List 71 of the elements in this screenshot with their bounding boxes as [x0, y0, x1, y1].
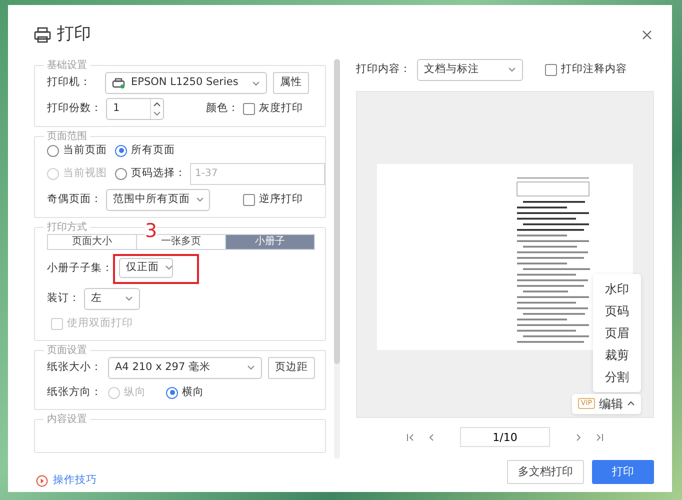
print-button[interactable]: 打印	[592, 460, 654, 484]
play-circle-icon	[36, 474, 48, 487]
last-page-icon	[595, 432, 604, 442]
field-label: 小册子子集：	[47, 260, 113, 276]
margins-button[interactable]: 页边距	[268, 356, 315, 379]
checkbox-label: 使用双面打印	[67, 316, 133, 331]
scrollbar-thumb[interactable]	[334, 59, 340, 364]
section-title: 页面设置	[46, 344, 88, 357]
menu-item[interactable]: 页码	[593, 300, 641, 322]
checkbox-label: 打印注释内容	[561, 62, 627, 77]
chevron-up-icon	[153, 102, 161, 107]
field-label: 纸张方向：	[47, 384, 102, 400]
radio-button[interactable]	[166, 386, 178, 399]
field-label: 打印机：	[47, 75, 91, 90]
field-label: 打印内容：	[356, 62, 411, 77]
chevron-down-icon	[508, 67, 516, 72]
checkbox[interactable]	[243, 194, 255, 206]
previous-icon	[427, 432, 436, 442]
radio-label: 横向	[182, 384, 204, 400]
radio-button[interactable]	[47, 144, 59, 157]
field-label: 纸张大小：	[47, 360, 102, 375]
tips-link[interactable]: 操作技巧	[36, 473, 97, 489]
radio-button[interactable]	[115, 168, 127, 180]
multi-document-print-button[interactable]: 多文档打印	[507, 460, 584, 484]
tab[interactable]: 小册子	[226, 234, 314, 249]
properties-button[interactable]: 属性	[273, 72, 309, 94]
chevron-down-icon	[165, 265, 173, 270]
radio-label: 纵向	[124, 384, 146, 400]
menu-item[interactable]: 水印	[593, 278, 641, 300]
chevron-down-icon	[252, 80, 260, 86]
field-label: 打印份数：	[47, 101, 102, 116]
section-title: 页面范围	[46, 130, 88, 143]
radio-label: 当前页面	[63, 143, 107, 158]
next-icon	[574, 432, 583, 442]
checkbox-label: 灰度打印	[259, 101, 303, 116]
radio-label: 所有页面	[131, 143, 175, 158]
dialog-title: 打印	[57, 23, 91, 46]
section-title: 打印方式	[46, 220, 88, 234]
checkbox[interactable]	[545, 64, 557, 76]
chevron-down-icon	[247, 365, 255, 370]
scrollbar[interactable]	[334, 59, 340, 459]
section-title: 内容设置	[46, 412, 88, 426]
copies-spinner[interactable]: 1	[106, 98, 164, 120]
radio-label: 当前视图	[63, 166, 107, 181]
chevron-down-icon	[196, 197, 204, 202]
printer-icon	[112, 78, 125, 88]
dropdown[interactable]: 左	[84, 288, 140, 310]
printer-icon	[34, 27, 51, 43]
first-page-icon	[406, 432, 415, 442]
checkbox[interactable]	[243, 103, 255, 115]
dropdown[interactable]: 范围中所有页面	[106, 188, 210, 211]
menu-item[interactable]: 裁剪	[593, 344, 641, 366]
page-number-field[interactable]: 1/10	[460, 427, 550, 447]
dropdown[interactable]: EPSON L1250 Series	[105, 72, 267, 94]
section-title: 基础设置	[46, 59, 88, 72]
checkbox-label: 逆序打印	[259, 192, 303, 207]
chevron-up-icon	[627, 401, 635, 406]
dropdown[interactable]: 文档与标注	[417, 58, 523, 81]
field-label: 奇偶页面：	[47, 192, 102, 207]
field-label: 颜色：	[206, 101, 239, 116]
chevron-down-icon	[153, 111, 161, 116]
chevron-down-icon	[125, 296, 133, 302]
radio-label: 页码选择：	[131, 166, 186, 181]
dropdown[interactable]: 仅正面	[119, 258, 173, 278]
menu-item[interactable]: 分割	[593, 366, 641, 388]
dropdown[interactable]: A4 210 x 297 毫米	[108, 356, 262, 379]
close-icon	[642, 30, 652, 40]
menu-item[interactable]: 页眉	[593, 322, 641, 344]
radio-button[interactable]	[115, 144, 127, 157]
field-label: 装订：	[47, 290, 80, 306]
close-button[interactable]	[640, 28, 654, 42]
